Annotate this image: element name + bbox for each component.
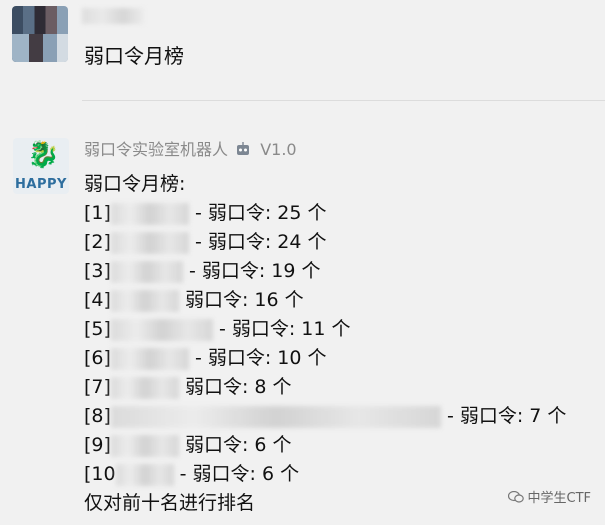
bot-message-body: 弱口令月榜: [1] - 弱口令: 25 个 [2] - 弱口令: 24 个 [… bbox=[84, 170, 566, 518]
message-divider bbox=[82, 100, 605, 101]
redacted-username bbox=[110, 347, 189, 370]
redacted-username bbox=[110, 260, 183, 283]
entry-rank: [2] bbox=[84, 231, 111, 253]
entry-count: - 弱口令: 19 个 bbox=[182, 260, 321, 282]
bot-name-row: 弱口令实验室机器人 V1.0 bbox=[84, 136, 297, 160]
dragon-icon: 🐉 bbox=[27, 140, 60, 170]
user-message-text: 弱口令月榜 bbox=[84, 44, 184, 68]
redacted-username bbox=[110, 202, 189, 225]
entry-count: - 弱口令: 24 个 bbox=[188, 231, 327, 253]
entry-count: - 弱口令: 6 个 bbox=[173, 463, 300, 485]
leaderboard-entry: [10 - 弱口令: 6 个 bbox=[84, 460, 566, 489]
redacted-username bbox=[110, 318, 213, 341]
entry-rank: [6] bbox=[84, 347, 111, 369]
user-avatar[interactable] bbox=[12, 6, 68, 62]
robot-icon bbox=[237, 142, 250, 155]
entry-rank: [7] bbox=[84, 376, 111, 398]
entry-rank: [8] bbox=[84, 405, 111, 427]
entry-count: - 弱口令: 25 个 bbox=[188, 202, 327, 224]
wechat-icon bbox=[507, 491, 524, 503]
leaderboard-entry: [9] 弱口令: 6 个 bbox=[84, 431, 566, 460]
bot-avatar[interactable]: 🐉 HAPPY bbox=[13, 138, 69, 194]
leaderboard-entry: [5] - 弱口令: 11 个 bbox=[84, 315, 566, 344]
redacted-username bbox=[115, 463, 174, 486]
entry-rank: [9] bbox=[84, 434, 111, 456]
entry-count: 弱口令: 6 个 bbox=[178, 434, 292, 456]
leaderboard-entry: [4] 弱口令: 16 个 bbox=[84, 286, 566, 315]
redacted-username bbox=[110, 405, 441, 428]
entry-count: 弱口令: 16 个 bbox=[178, 289, 304, 311]
watermark-text: 中学生CTF bbox=[527, 491, 592, 506]
entry-rank: [3] bbox=[84, 260, 111, 282]
entry-count: - 弱口令: 11 个 bbox=[212, 318, 351, 340]
leaderboard-entry: [6] - 弱口令: 10 个 bbox=[84, 344, 566, 373]
entry-rank: [1] bbox=[84, 202, 111, 224]
bot-avatar-label: HAPPY bbox=[15, 177, 67, 192]
leaderboard-entry: [3] - 弱口令: 19 个 bbox=[84, 257, 566, 286]
redacted-username bbox=[110, 376, 179, 399]
entry-rank: [5] bbox=[84, 318, 111, 340]
leaderboard-footer: 仅对前十名进行排名 bbox=[84, 492, 256, 514]
bot-name: 弱口令实验室机器人 bbox=[84, 140, 229, 159]
leaderboard-entry: [7] 弱口令: 8 个 bbox=[84, 373, 566, 402]
redacted-username bbox=[110, 434, 179, 457]
redacted-username bbox=[110, 289, 179, 312]
entry-rank: [4] bbox=[84, 289, 111, 311]
leaderboard-entry: [2] - 弱口令: 24 个 bbox=[84, 228, 566, 257]
user-name-redacted bbox=[82, 8, 144, 24]
leaderboard-title: 弱口令月榜: bbox=[84, 173, 186, 195]
entry-rank: [10 bbox=[84, 463, 116, 485]
watermark: 中学生CTF bbox=[507, 487, 592, 506]
leaderboard-entry: [8] - 弱口令: 7 个 bbox=[84, 402, 566, 431]
leaderboard-entry: [1] - 弱口令: 25 个 bbox=[84, 199, 566, 228]
entry-count: 弱口令: 8 个 bbox=[178, 376, 292, 398]
entry-count: - 弱口令: 10 个 bbox=[188, 347, 327, 369]
bot-version: V1.0 bbox=[260, 140, 297, 159]
entry-count: - 弱口令: 7 个 bbox=[440, 405, 567, 427]
redacted-username bbox=[110, 231, 189, 254]
